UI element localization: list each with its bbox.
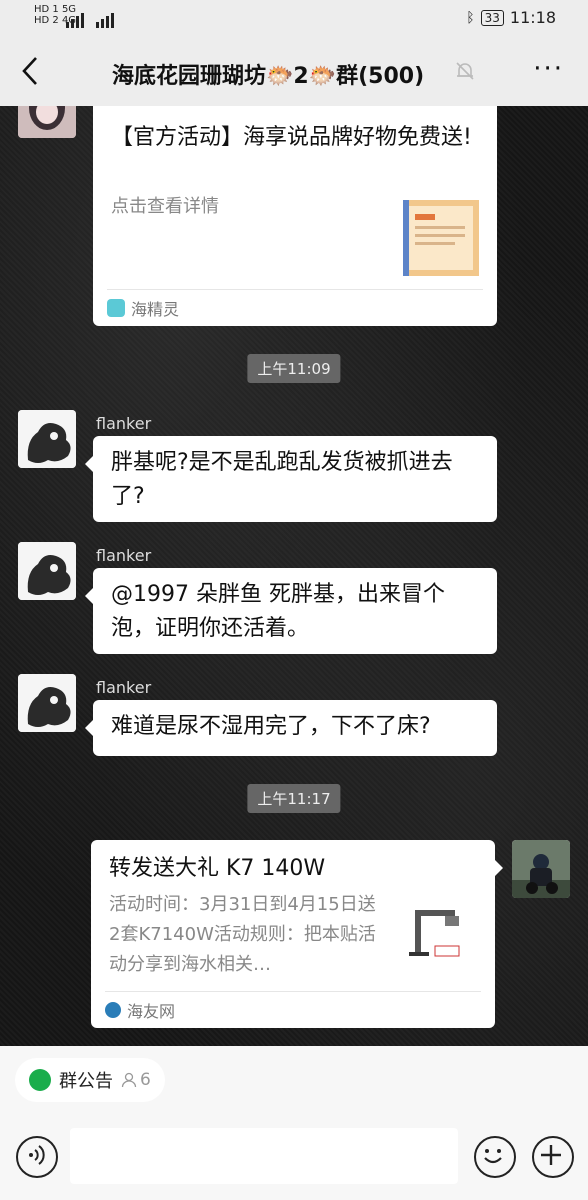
notice-count-value: 6 <box>140 1070 151 1090</box>
bubble-tail <box>85 720 93 736</box>
sender-name: flanker <box>96 546 152 565</box>
message-bubble[interactable]: @1997 朵胖鱼 死胖基，出来冒个泡，证明你还活着。 <box>93 568 497 654</box>
person-icon <box>121 1072 137 1088</box>
group-notice-chip[interactable]: 群公告 6 <box>15 1058 165 1102</box>
message-input[interactable] <box>70 1128 458 1184</box>
plus-icon <box>540 1144 561 1165</box>
message-bubble[interactable]: 难道是尿不湿用完了，下不了床? <box>93 700 497 756</box>
chat-area[interactable]: 【官方活动】海享说品牌好物免费送! 点击查看详情 海精灵 上午11:09 fla… <box>0 106 588 1046</box>
notice-icon <box>29 1069 51 1091</box>
sender-name: flanker <box>96 414 152 433</box>
chat-title: 海底花园珊瑚坊🐡2🐡群(500) <box>112 64 425 89</box>
card-description: 活动时间：3月31日到4月15日送2套K7140W活动规则：把本贴活动分享到海水… <box>109 894 376 975</box>
card-thumbnail <box>401 902 471 972</box>
sender-name: flanker <box>96 678 152 697</box>
notice-count: 6 <box>121 1070 151 1090</box>
status-bar: HD 1 5G HD 2 4G ᛒ 33 11:18 <box>0 0 588 38</box>
card-thumbnail <box>403 200 479 276</box>
title-bar: 海底花园珊瑚坊🐡2🐡群(500) ··· <box>0 44 588 100</box>
card-title: 转发送大礼 K7 140W <box>109 856 326 881</box>
message-text: 胖基呢?是不是乱跑乱发货被抓进去了? <box>111 450 453 509</box>
link-card[interactable]: 【官方活动】海享说品牌好物免费送! 点击查看详情 海精灵 <box>93 106 497 326</box>
back-button[interactable] <box>18 54 44 88</box>
avatar[interactable] <box>18 674 76 732</box>
message-text: @1997 朵胖鱼 死胖基，出来冒个泡，证明你还活着。 <box>111 582 445 641</box>
card-title: 【官方活动】海享说品牌好物免费送! <box>111 125 472 150</box>
link-card[interactable]: 转发送大礼 K7 140W 活动时间：3月31日到4月15日送2套K7140W活… <box>91 840 495 1028</box>
card-subtitle: 点击查看详情 <box>111 196 219 217</box>
avatar[interactable] <box>18 106 76 138</box>
signal-indicators: HD 1 5G HD 2 4G <box>34 4 114 28</box>
avatar[interactable] <box>18 410 76 468</box>
emoji-button[interactable] <box>474 1136 516 1178</box>
card-source: 海友网 <box>105 991 481 1028</box>
avatar-image <box>18 106 76 138</box>
bubble-tail <box>85 456 93 472</box>
status-clock: 11:18 <box>509 8 556 27</box>
battery-indicator: 33 <box>480 9 504 26</box>
signal-bars-icon <box>66 13 114 28</box>
card-source-label: 海精灵 <box>131 300 180 319</box>
status-right: ᛒ 33 11:18 <box>466 8 556 27</box>
message-bubble[interactable]: 胖基呢?是不是乱跑乱发货被抓进去了? <box>93 436 497 522</box>
avatar-image <box>18 674 76 732</box>
message-text: 难道是尿不湿用完了，下不了床? <box>111 714 431 739</box>
sea-elf-icon <box>107 299 125 317</box>
avatar-image <box>18 542 76 600</box>
timestamp: 上午11:09 <box>247 354 341 383</box>
card-source-label: 海友网 <box>127 1002 176 1021</box>
top-bar: HD 1 5G HD 2 4G ᛒ 33 11:18 海底花园珊瑚坊🐡2🐡群(5… <box>0 0 588 106</box>
smiley-icon <box>483 1148 502 1163</box>
more-actions-button[interactable] <box>532 1136 574 1178</box>
voice-input-button[interactable] <box>16 1136 58 1178</box>
timestamp: 上午11:17 <box>247 784 341 813</box>
avatar-image <box>18 410 76 468</box>
notice-label: 群公告 <box>59 1071 113 1092</box>
voice-icon <box>28 1144 45 1165</box>
card-source: 海精灵 <box>107 289 483 326</box>
hyw-logo-icon <box>105 1002 121 1018</box>
avatar-image <box>512 840 570 898</box>
avatar[interactable] <box>18 542 76 600</box>
bell-off-icon <box>456 62 474 80</box>
input-area: 群公告 6 <box>0 1046 588 1200</box>
more-options-button[interactable]: ··· <box>533 54 564 84</box>
bubble-tail <box>495 860 503 876</box>
bluetooth-icon: ᛒ <box>466 9 475 26</box>
avatar[interactable] <box>512 840 570 898</box>
bubble-tail <box>85 588 93 604</box>
